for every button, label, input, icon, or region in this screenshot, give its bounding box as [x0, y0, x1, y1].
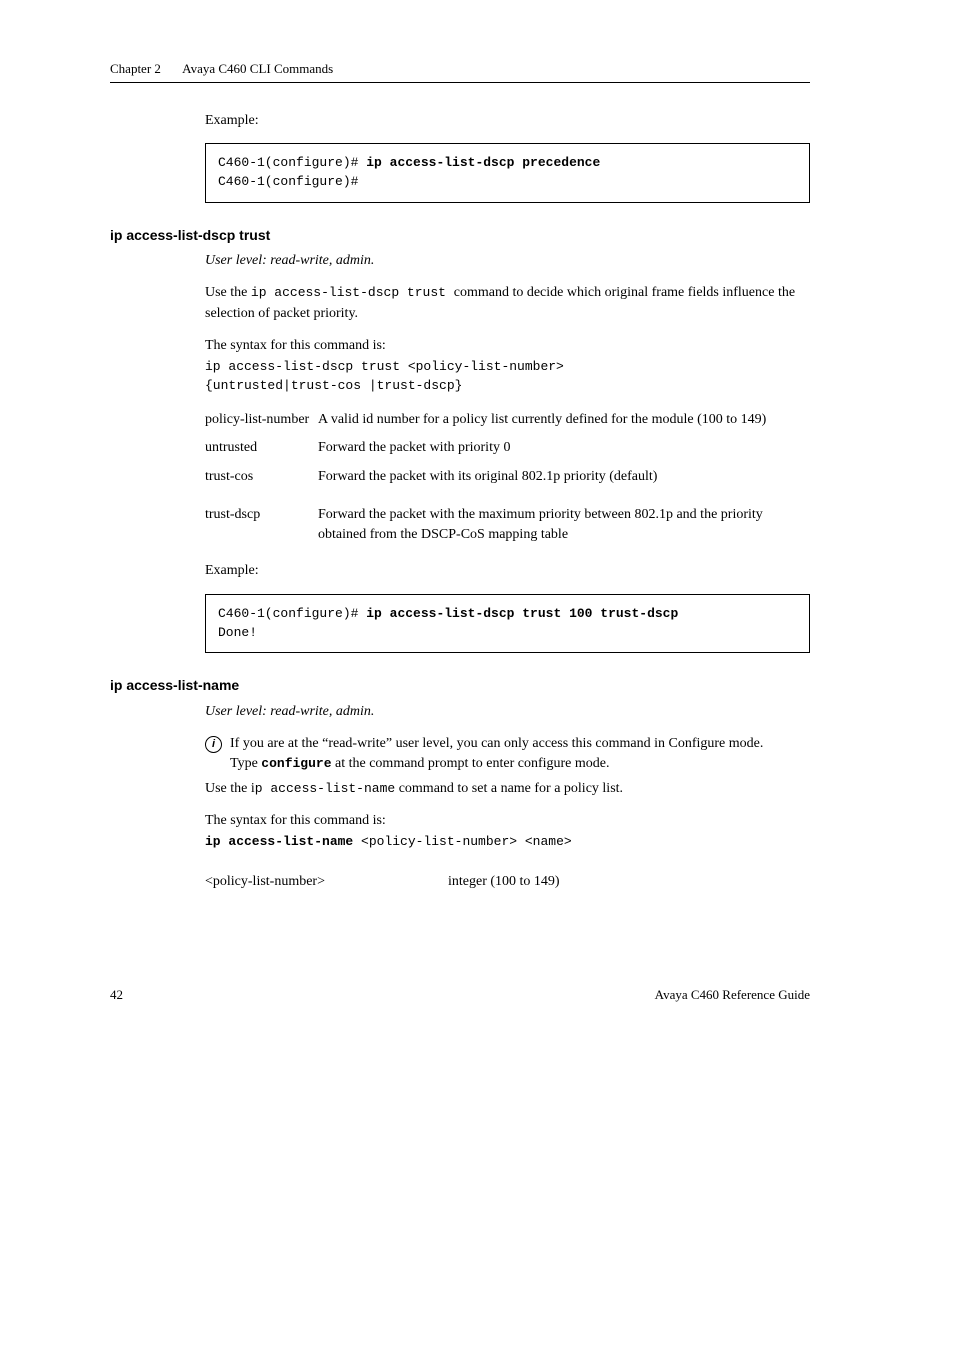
param-key: policy-list-number: [205, 406, 318, 434]
param-key: <policy-list-number>: [205, 868, 448, 896]
mono-text: ip access-list-dscp trust: [251, 285, 454, 300]
example-label: Example:: [205, 561, 810, 581]
code-block: C460-1(configure)# ip access-list-dscp p…: [205, 143, 810, 203]
user-level: User level: read-write, admin.: [205, 702, 810, 722]
syntax-line: {untrusted|trust-cos |trust-dscp}: [205, 377, 810, 396]
syntax-label: The syntax for this command is:: [205, 336, 810, 356]
text: Use the i: [205, 781, 255, 796]
param-value: A valid id number for a policy list curr…: [318, 406, 810, 434]
code-text: C460-1(configure)#: [218, 606, 366, 621]
param-key: untrusted: [205, 434, 318, 462]
param-key: trust-cos: [205, 463, 318, 491]
info-text: If you are at the “read-write” user leve…: [230, 734, 763, 754]
syntax-label: The syntax for this command is:: [205, 811, 810, 831]
page-header: Chapter 2 Avaya C460 CLI Commands: [110, 60, 810, 83]
code-bold: ip access-list-dscp trust 100 trust-dscp: [366, 606, 678, 621]
section-heading-dscp-trust: ip access-list-dscp trust: [110, 225, 810, 245]
syntax-line: ip access-list-dscp trust <policy-list-n…: [205, 358, 810, 377]
param-value: Forward the packet with priority 0: [318, 434, 810, 462]
mono-bold: ip access-list-name: [205, 834, 353, 849]
table-row: policy-list-number A valid id number for…: [205, 406, 810, 434]
user-level: User level: read-write, admin.: [205, 251, 810, 271]
params-table: <policy-list-number> integer (100 to 149…: [205, 868, 810, 896]
mono-text: <policy-list-number> <name>: [353, 834, 571, 849]
mono-text: p access-list-name: [255, 781, 395, 796]
info-icon: i: [205, 736, 222, 753]
intro-text: Use the ip access-list-dscp trust comman…: [205, 283, 810, 324]
param-value: integer (100 to 149): [448, 868, 810, 896]
text: Use the: [205, 285, 251, 300]
info-note: i If you are at the “read-write” user le…: [205, 734, 810, 775]
header-title: Avaya C460 CLI Commands: [182, 61, 333, 76]
example-label: Example:: [205, 111, 810, 131]
header-chapter: Chapter 2: [110, 61, 161, 76]
param-value: Forward the packet with its original 802…: [318, 463, 810, 491]
intro-text: Use the ip access-list-name command to s…: [205, 779, 810, 799]
table-row: trust-dscp Forward the packet with the m…: [205, 491, 810, 550]
param-key: trust-dscp: [205, 491, 318, 550]
page-number: 42: [110, 986, 123, 1005]
text: Type: [230, 756, 261, 771]
text: at the command prompt to enter configure…: [332, 756, 610, 771]
code-text: Done!: [218, 625, 257, 640]
mono-bold: configure: [261, 756, 331, 771]
page-footer: 42 Avaya C460 Reference Guide: [110, 986, 810, 1005]
syntax-line: ip access-list-name <policy-list-number>…: [205, 833, 810, 852]
params-table: policy-list-number A valid id number for…: [205, 406, 810, 549]
code-text: C460-1(configure)#: [218, 155, 366, 170]
param-value: Forward the packet with the maximum prio…: [318, 491, 810, 550]
code-text: C460-1(configure)#: [218, 174, 358, 189]
text: command to set a name for a policy list.: [395, 781, 623, 796]
table-row: untrusted Forward the packet with priori…: [205, 434, 810, 462]
table-row: <policy-list-number> integer (100 to 149…: [205, 868, 810, 896]
table-row: trust-cos Forward the packet with its or…: [205, 463, 810, 491]
code-bold: ip access-list-dscp precedence: [366, 155, 600, 170]
code-block: C460-1(configure)# ip access-list-dscp t…: [205, 594, 810, 654]
footer-title: Avaya C460 Reference Guide: [655, 986, 810, 1005]
section-heading-list-name: ip access-list-name: [110, 675, 810, 695]
info-text: Type configure at the command prompt to …: [230, 754, 763, 774]
